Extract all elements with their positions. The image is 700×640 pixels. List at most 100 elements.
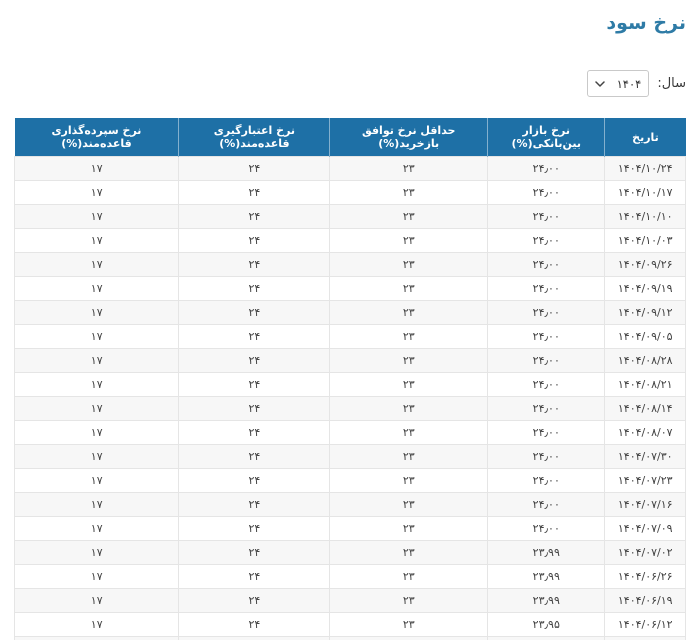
table-cell: ۱۷ xyxy=(13,156,180,181)
table-cell: ۲۳ xyxy=(329,324,489,349)
table-cell: ۲۳ xyxy=(329,204,489,229)
table-cell: ۲۳ xyxy=(329,228,489,253)
table-cell: ۱۴۰۴/۰۹/۱۲ xyxy=(604,300,686,325)
table-cell: ۱۴۰۴/۰۸/۲۱ xyxy=(604,372,686,397)
table-cell: ۱۷ xyxy=(13,228,180,253)
table-cell: ۱۷ xyxy=(13,180,180,205)
table-cell: ۱۷ xyxy=(13,588,180,613)
table-cell: ۲۴٫۰۰ xyxy=(487,252,606,277)
table-cell: ۱۴۰۴/۱۰/۱۰ xyxy=(604,204,686,229)
table-cell: ۲۳ xyxy=(329,636,489,640)
column-header: نرخ بازار بین‌بانکی(%) xyxy=(487,118,605,157)
table-cell: ۲۳ xyxy=(329,372,489,397)
chevron-down-icon xyxy=(595,80,606,87)
table-cell: ۱۴۰۴/۰۹/۲۶ xyxy=(604,252,686,277)
table-row: ۱۴۰۴/۱۰/۱۰ ۲۴٫۰۰ ۲۳ ۲۴ ۱۷ xyxy=(13,204,686,229)
table-cell: ۲۳ xyxy=(329,348,489,373)
column-header: نرخ اعتبارگیری قاعده‌مند(%) xyxy=(178,118,330,157)
table-cell: ۲۴ xyxy=(178,540,331,565)
table-cell: ۱۷ xyxy=(13,324,180,349)
table-cell: ۲۴٫۰۰ xyxy=(487,180,606,205)
table-cell: ۱۷ xyxy=(13,492,180,517)
table-cell: ۱۷ xyxy=(13,636,180,640)
table-cell: ۲۳ xyxy=(329,252,489,277)
table-cell: ۲۴ xyxy=(178,276,331,301)
table-row: ۱۴۰۴/۱۰/۱۷ ۲۴٫۰۰ ۲۳ ۲۴ ۱۷ xyxy=(13,180,686,205)
table-cell: ۲۳ xyxy=(329,156,489,181)
table-cell: ۱۷ xyxy=(13,276,180,301)
table-cell: ۲۴٫۰۰ xyxy=(487,156,606,181)
table-cell: ۱۷ xyxy=(13,372,180,397)
table-cell: ۲۳ xyxy=(329,180,489,205)
table-row: ۱۴۰۴/۰۶/۱۲ ۲۳٫۹۵ ۲۳ ۲۴ ۱۷ xyxy=(13,612,686,637)
table-cell: ۱۷ xyxy=(13,348,180,373)
table-cell: ۲۳ xyxy=(329,276,489,301)
table-row: ۱۴۰۴/۰۹/۲۶ ۲۴٫۰۰ ۲۳ ۲۴ ۱۷ xyxy=(13,252,686,277)
table-cell: ۲۴٫۰۰ xyxy=(487,444,606,469)
table-cell: ۲۴ xyxy=(178,636,331,640)
table-row: ۱۴۰۴/۰۷/۱۶ ۲۴٫۰۰ ۲۳ ۲۴ ۱۷ xyxy=(13,492,686,517)
table-cell: ۲۳٫۹۵ xyxy=(487,612,606,637)
table-row: ۱۴۰۴/۰۷/۳۰ ۲۴٫۰۰ ۲۳ ۲۴ ۱۷ xyxy=(13,444,686,469)
table-cell: ۲۳ xyxy=(329,564,489,589)
table-cell: ۱۴۰۴/۱۰/۱۷ xyxy=(604,180,686,205)
table-cell: ۱۷ xyxy=(13,300,180,325)
table-cell: ۱۷ xyxy=(13,204,180,229)
table-cell: ۲۴ xyxy=(178,156,331,181)
table-cell: ۲۳٫۹۹ xyxy=(487,588,606,613)
table-cell: ۲۴٫۰۰ xyxy=(487,300,606,325)
table-cell: ۲۴ xyxy=(178,204,331,229)
table-cell: ۱۴۰۴/۱۰/۲۴ xyxy=(604,156,686,181)
table-cell: ۱۴۰۴/۱۰/۰۳ xyxy=(604,228,686,253)
table-cell: ۱۷ xyxy=(13,612,180,637)
table-cell: ۲۴٫۰۰ xyxy=(487,204,606,229)
table-cell: ۲۴ xyxy=(178,348,331,373)
table-cell: ۱۷ xyxy=(13,468,180,493)
table-row: ۱۴۰۴/۰۸/۰۷ ۲۴٫۰۰ ۲۳ ۲۴ ۱۷ xyxy=(13,420,686,445)
table-cell: ۲۴ xyxy=(178,252,331,277)
table-cell: ۲۴ xyxy=(178,372,331,397)
table-cell: ۱۴۰۴/۰۶/۱۹ xyxy=(604,588,686,613)
table-cell: ۲۴ xyxy=(178,396,331,421)
table-cell: ۲۴٫۰۰ xyxy=(487,276,606,301)
table-cell: ۲۳٫۹۹ xyxy=(487,636,606,640)
table-cell: ۲۳٫۹۹ xyxy=(487,540,606,565)
table-cell: ۲۳ xyxy=(329,612,489,637)
table-cell: ۲۴٫۰۰ xyxy=(487,372,606,397)
column-header: نرخ سپرده‌گذاری قاعده‌مند(%) xyxy=(14,118,179,157)
table-row: ۱۴۰۴/۰۹/۱۹ ۲۴٫۰۰ ۲۳ ۲۴ ۱۷ xyxy=(13,276,686,301)
table-cell: ۱۷ xyxy=(13,420,180,445)
table-cell: ۱۴۰۴/۰۷/۲۳ xyxy=(604,468,686,493)
table-cell: ۱۴۰۴/۰۷/۱۶ xyxy=(604,492,686,517)
table-cell: ۱۴۰۴/۰۸/۱۴ xyxy=(604,396,686,421)
table-cell: ۲۴ xyxy=(178,588,331,613)
table-cell: ۲۴ xyxy=(178,612,331,637)
table-cell: ۲۳ xyxy=(329,396,489,421)
rate-table-wrap: تاریخ نرخ بازار بین‌بانکی(%) حداقل نرخ توا… xyxy=(13,118,686,640)
page-title: نرخ سود xyxy=(606,12,686,34)
table-cell: ۲۴ xyxy=(178,228,331,253)
table-cell: ۲۴٫۰۰ xyxy=(487,348,606,373)
year-select[interactable]: ۱۴۰۴ xyxy=(587,70,650,97)
table-row: ۱۴۰۴/۰۶/۱۹ ۲۳٫۹۹ ۲۳ ۲۴ ۱۷ xyxy=(13,588,686,613)
table-cell: ۱۴۰۴/۰۸/۲۸ xyxy=(604,348,686,373)
table-cell: ۲۴٫۰۰ xyxy=(487,396,606,421)
table-cell: ۱۴۰۴/۰۷/۰۹ xyxy=(604,516,686,541)
table-cell: ۲۴ xyxy=(178,468,331,493)
table-row: ۱۴۰۴/۰۹/۰۵ ۲۴٫۰۰ ۲۳ ۲۴ ۱۷ xyxy=(13,324,686,349)
table-row: ۱۴۰۴/۰۸/۱۴ ۲۴٫۰۰ ۲۳ ۲۴ ۱۷ xyxy=(13,396,686,421)
table-cell: ۲۴ xyxy=(178,420,331,445)
table-cell: ۲۴ xyxy=(178,180,331,205)
table-head: تاریخ نرخ بازار بین‌بانکی(%) حداقل نرخ توا… xyxy=(14,118,686,157)
table-row: ۱۴۰۴/۰۷/۰۹ ۲۴٫۰۰ ۲۳ ۲۴ ۱۷ xyxy=(13,516,686,541)
table-cell: ۲۳ xyxy=(329,588,489,613)
table-cell: ۲۴٫۰۰ xyxy=(487,492,606,517)
year-select-value: ۱۴۰۴ xyxy=(616,76,642,91)
table-cell: ۲۳ xyxy=(329,540,489,565)
table-cell: ۲۴٫۰۰ xyxy=(487,516,606,541)
table-cell: ۲۳ xyxy=(329,468,489,493)
table-cell: ۱۷ xyxy=(13,444,180,469)
table-cell: ۱۴۰۴/۰۸/۰۷ xyxy=(604,420,686,445)
table-cell: ۲۴ xyxy=(178,444,331,469)
rate-table: تاریخ نرخ بازار بین‌بانکی(%) حداقل نرخ توا… xyxy=(13,118,686,640)
